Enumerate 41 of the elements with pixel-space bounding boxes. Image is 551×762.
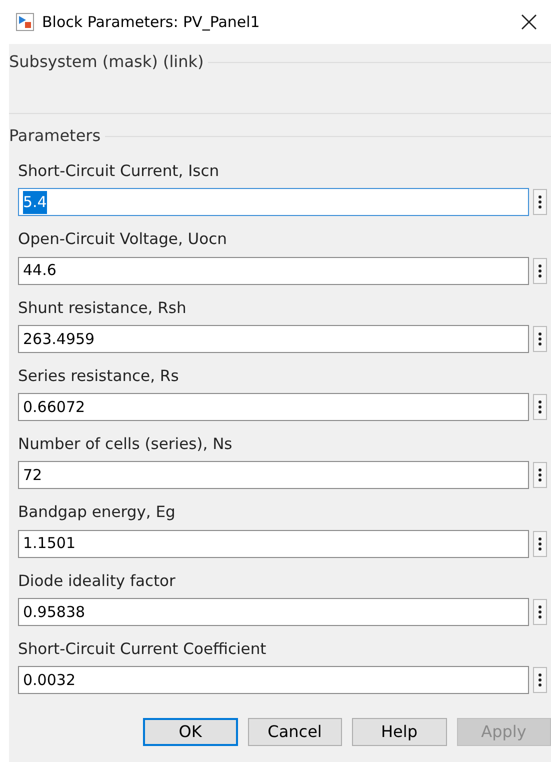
options-button[interactable] <box>533 598 547 625</box>
window-title: Block Parameters: PV_Panel1 <box>42 12 261 33</box>
dialog-button[interactable]: OK <box>143 718 238 746</box>
more-icon <box>538 264 542 278</box>
parameter-field[interactable]: 0.66072 <box>18 393 529 421</box>
parameter-field[interactable]: 44.6 <box>18 256 529 284</box>
options-button[interactable] <box>533 394 547 420</box>
more-icon <box>538 195 542 210</box>
parameter-field[interactable]: 1.1501 <box>18 530 529 558</box>
more-icon <box>538 400 542 414</box>
options-button[interactable] <box>533 189 547 216</box>
options-button[interactable] <box>533 462 547 488</box>
options-button[interactable] <box>533 667 547 693</box>
more-icon <box>538 673 542 687</box>
more-icon <box>538 536 542 550</box>
options-button[interactable] <box>533 258 547 284</box>
more-icon <box>538 604 542 619</box>
field-label: Series resistance, Rs <box>18 366 179 387</box>
more-icon <box>538 332 542 346</box>
parameter-field[interactable]: 72 <box>18 461 529 490</box>
parameter-field[interactable]: 5.4 <box>18 188 529 216</box>
options-button[interactable] <box>533 530 547 556</box>
field-label: Shunt resistance, Rsh <box>18 298 186 318</box>
close-icon <box>521 14 537 30</box>
group-title: Subsystem (mask) (link) <box>9 51 205 73</box>
parameter-field[interactable]: 263.4959 <box>18 324 529 353</box>
options-button[interactable] <box>533 326 547 352</box>
group-title: Parameters <box>9 125 102 147</box>
dialog-button[interactable]: Cancel <box>248 718 342 746</box>
app-icon <box>16 13 34 31</box>
field-label: Short-Circuit Current Coefficient <box>18 638 266 660</box>
field-label: Bandgap energy, Eg <box>18 502 176 524</box>
field-label: Number of cells (series), Ns <box>18 434 232 455</box>
field-label: Open-Circuit Voltage, Uocn <box>18 229 227 250</box>
field-label: Diode ideality factor <box>18 570 176 592</box>
close-button[interactable] <box>519 12 539 32</box>
parameter-field[interactable]: 0.95838 <box>18 598 529 626</box>
more-icon <box>538 468 542 482</box>
dialog-button[interactable]: Help <box>352 718 446 746</box>
field-label: Short-Circuit Current, Iscn <box>18 161 220 182</box>
parameter-field[interactable]: 0.0032 <box>18 666 529 694</box>
